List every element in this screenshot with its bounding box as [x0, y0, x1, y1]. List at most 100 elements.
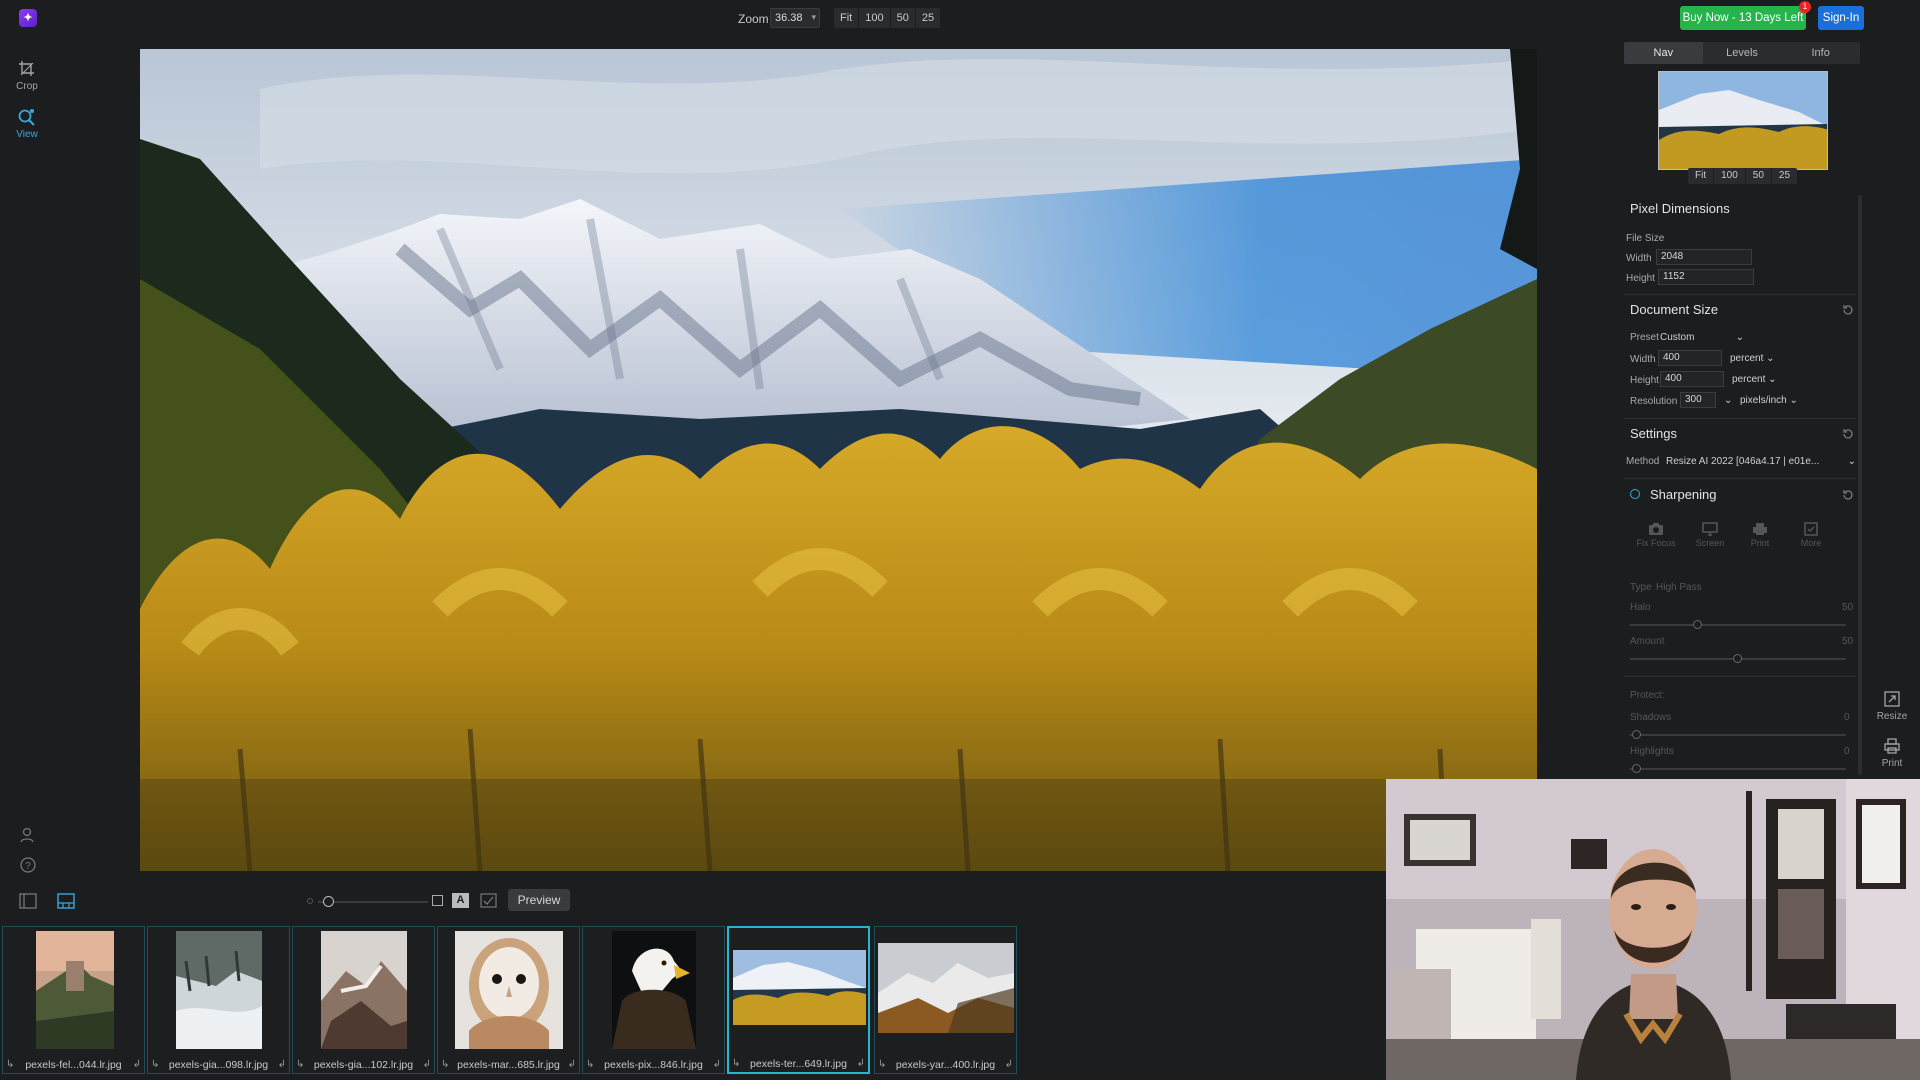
- filmstrip-filename: pexels-ter...649.lr.jpg: [750, 1058, 847, 1070]
- reset-icon[interactable]: [1841, 427, 1855, 441]
- screen-preset[interactable]: Screen: [1690, 522, 1730, 548]
- chevron-down-icon: ⌄: [1766, 353, 1775, 364]
- resolution-field[interactable]: 300: [1680, 392, 1716, 408]
- chevron-down-icon: ⌄: [1847, 456, 1856, 467]
- preset-select[interactable]: Custom ⌄: [1660, 332, 1744, 343]
- preset-label: Preset: [1630, 332, 1659, 343]
- chevron-down-icon[interactable]: ⌄: [1724, 395, 1732, 406]
- preset-value: Custom: [1660, 332, 1695, 343]
- filmstrip-item[interactable]: ↳ pexels-gia...098.lr.jpg ↲: [147, 926, 290, 1074]
- file-size-label: File Size: [1626, 233, 1665, 244]
- print-tool-label: Print: [1881, 758, 1903, 769]
- checkbox-icon: [1804, 522, 1818, 536]
- filmstrip-item[interactable]: ↳ pexels-gia...102.lr.jpg ↲: [292, 926, 435, 1074]
- help-icon[interactable]: ?: [19, 856, 37, 874]
- filmstrip-view-icon[interactable]: [57, 893, 75, 909]
- highlights-slider-handle[interactable]: [1632, 764, 1641, 773]
- top-toolbar: ✦ Zoom 36.38 ▾ Fit 100 50 25 Buy Now - 1…: [0, 0, 1920, 36]
- return-icon: ↲: [712, 1059, 721, 1070]
- divider: [1624, 676, 1856, 677]
- print-tool[interactable]: Print: [1872, 737, 1912, 769]
- zoom-50-button[interactable]: 50: [891, 8, 916, 28]
- return-icon: ↲: [567, 1059, 576, 1070]
- filmstrip-item-selected[interactable]: ↳ pexels-ter...649.lr.jpg ↲: [727, 926, 870, 1074]
- thumbnail-size-slider[interactable]: [318, 901, 428, 903]
- zoom-100-button[interactable]: 100: [859, 8, 891, 28]
- navigator-thumbnail[interactable]: [1658, 71, 1828, 170]
- monitor-icon: [1702, 522, 1718, 536]
- doc-height-unit-select[interactable]: percent ⌄: [1732, 374, 1777, 385]
- shadows-slider-handle[interactable]: [1632, 730, 1641, 739]
- filmstrip-item[interactable]: ↳ pexels-yar...400.lr.jpg ↲: [874, 926, 1017, 1074]
- doc-height-field[interactable]: 400: [1660, 371, 1724, 387]
- thumbnail-size-handle[interactable]: [323, 896, 334, 907]
- reset-icon[interactable]: [1841, 303, 1855, 317]
- zoom-preset-group: Fit 100 50 25: [834, 8, 941, 28]
- crop-tool[interactable]: Crop: [6, 60, 48, 92]
- auto-icon[interactable]: A: [452, 893, 469, 908]
- pixel-width-field[interactable]: 2048: [1656, 249, 1752, 265]
- filmstrip-item[interactable]: ↳ pexels-mar...685.lr.jpg ↲: [437, 926, 580, 1074]
- fix-focus-preset[interactable]: Fix Focus: [1636, 522, 1676, 548]
- nav-25-button[interactable]: 25: [1772, 168, 1797, 184]
- thumb-size-small-icon[interactable]: [307, 898, 313, 904]
- buy-now-button[interactable]: Buy Now - 13 Days Left: [1680, 6, 1806, 30]
- nav-fit-button[interactable]: Fit: [1688, 168, 1715, 184]
- doc-width-field[interactable]: 400: [1658, 350, 1722, 366]
- pixel-height-field[interactable]: 1152: [1658, 269, 1754, 285]
- amount-slider-handle[interactable]: [1733, 654, 1742, 663]
- chevron-down-icon[interactable]: ▾: [811, 12, 816, 23]
- filmstrip-filename: pexels-gia...102.lr.jpg: [313, 1059, 414, 1071]
- resolution-label: Resolution: [1630, 396, 1678, 407]
- tab-info[interactable]: Info: [1781, 42, 1860, 64]
- method-select[interactable]: Resize AI 2022 [046a4.17 | e01e... ⌄: [1666, 456, 1856, 467]
- document-size-title: Document Size: [1630, 302, 1719, 317]
- landscape-photo: [140, 49, 1537, 871]
- filmstrip-filename: pexels-pix...846.lr.jpg: [604, 1059, 703, 1071]
- halo-slider-handle[interactable]: [1693, 620, 1702, 629]
- crop-tool-label: Crop: [16, 81, 38, 92]
- sign-in-button[interactable]: Sign-In: [1818, 6, 1864, 30]
- return-icon: ↲: [856, 1058, 865, 1069]
- preview-button[interactable]: Preview: [508, 889, 570, 911]
- amount-label: Amount: [1630, 636, 1665, 647]
- chevron-down-icon: ⌄: [1735, 332, 1744, 343]
- filmstrip-item[interactable]: ↳ pexels-fel...044.lr.jpg ↲: [2, 926, 145, 1074]
- nav-100-button[interactable]: 100: [1714, 168, 1746, 184]
- sharpening-presets: Fix Focus Screen Print More: [1636, 522, 1846, 558]
- print-preset[interactable]: Print: [1740, 522, 1780, 548]
- zoom-value: 36.38: [775, 12, 803, 24]
- protect-label: Protect:: [1630, 690, 1665, 701]
- return-icon: ↲: [422, 1059, 431, 1070]
- resolution-unit-select[interactable]: pixels/inch ⌄: [1740, 395, 1798, 406]
- type-value[interactable]: High Pass: [1656, 582, 1702, 593]
- main-image-canvas[interactable]: [140, 49, 1537, 871]
- zoom-25-button[interactable]: 25: [916, 8, 940, 28]
- reset-icon[interactable]: [1841, 488, 1855, 502]
- view-tool[interactable]: View: [6, 108, 48, 140]
- more-preset[interactable]: More: [1791, 522, 1831, 548]
- user-icon[interactable]: [19, 826, 37, 844]
- compare-square-icon[interactable]: [432, 895, 443, 906]
- halo-slider[interactable]: [1630, 624, 1846, 626]
- screen-label: Screen: [1695, 538, 1725, 548]
- thumbnail-image: [321, 931, 407, 1049]
- sharpening-toggle[interactable]: [1630, 489, 1640, 499]
- checkmark-box-icon[interactable]: [480, 893, 497, 908]
- panel-scrollbar[interactable]: [1858, 195, 1862, 775]
- filmstrip-item[interactable]: ↳ pexels-pix...846.lr.jpg ↲: [582, 926, 725, 1074]
- zoom-input[interactable]: 36.38 ▾: [770, 8, 820, 28]
- single-view-icon[interactable]: [19, 893, 37, 909]
- camera-icon: [1649, 523, 1663, 535]
- tab-nav[interactable]: Nav: [1624, 42, 1703, 64]
- app-logo-icon[interactable]: ✦: [19, 9, 37, 27]
- resize-tool[interactable]: Resize: [1872, 690, 1912, 722]
- zoom-label: Zoom: [738, 12, 769, 26]
- nav-50-button[interactable]: 50: [1746, 168, 1772, 184]
- zoom-fit-button[interactable]: Fit: [834, 8, 860, 28]
- tab-levels[interactable]: Levels: [1703, 42, 1782, 64]
- highlights-slider[interactable]: [1630, 768, 1846, 770]
- doc-width-unit-select[interactable]: percent ⌄: [1730, 353, 1775, 364]
- doc-height-unit: percent: [1732, 374, 1766, 385]
- shadows-slider[interactable]: [1630, 734, 1846, 736]
